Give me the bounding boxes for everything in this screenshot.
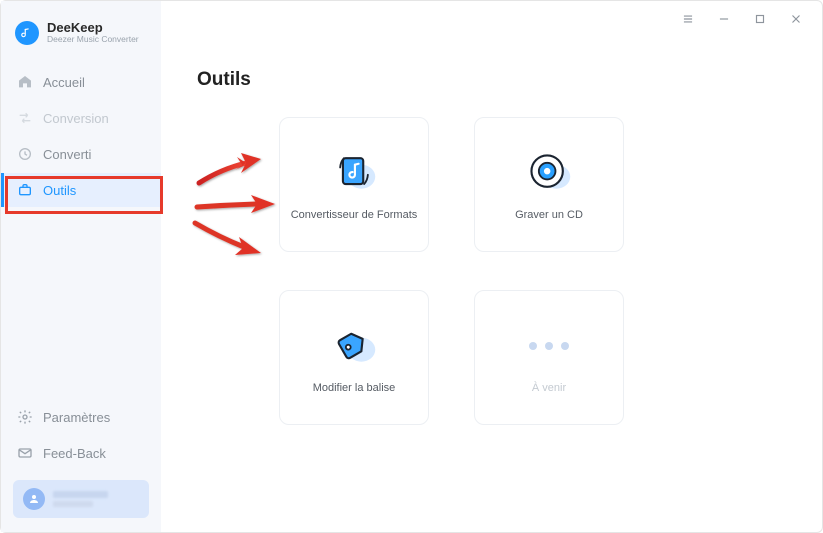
gear-icon — [17, 409, 33, 425]
tool-label: Graver un CD — [515, 209, 583, 221]
minimize-icon[interactable] — [716, 11, 732, 27]
home-icon — [17, 74, 33, 90]
convert-icon — [17, 110, 33, 126]
maximize-icon[interactable] — [752, 11, 768, 27]
account-chip[interactable] — [13, 480, 149, 518]
sidebar-item-label: Paramètres — [43, 410, 110, 425]
window-controls — [680, 11, 804, 27]
tool-label: Convertisseur de Formats — [291, 209, 418, 221]
page-title: Outils — [197, 69, 796, 91]
sidebar-item-conversion[interactable]: Conversion — [1, 101, 161, 135]
tag-icon — [330, 322, 378, 370]
clock-icon — [17, 146, 33, 162]
cd-icon — [525, 149, 573, 197]
tools-grid: Convertisseur de Formats Graver un CD — [279, 117, 796, 425]
converter-icon — [330, 149, 378, 197]
sidebar: DeeKeep Deezer Music Converter Accueil C… — [1, 1, 161, 532]
brand-subtitle: Deezer Music Converter — [47, 35, 139, 44]
main-area: Outils Convertisseur de Formats — [161, 1, 822, 532]
mail-icon — [17, 445, 33, 461]
sidebar-item-label: Outils — [43, 183, 76, 198]
tool-label: À venir — [532, 382, 566, 394]
tool-label: Modifier la balise — [313, 382, 396, 394]
sidebar-item-label: Conversion — [43, 111, 109, 126]
more-dots-icon — [525, 322, 573, 370]
toolbox-icon — [17, 182, 33, 198]
tool-card-converter[interactable]: Convertisseur de Formats — [279, 117, 429, 252]
brand-title: DeeKeep — [47, 21, 139, 35]
sidebar-item-label: Converti — [43, 147, 91, 162]
sidebar-item-outils[interactable]: Outils — [1, 173, 161, 207]
tool-card-coming-soon: À venir — [474, 290, 624, 425]
sidebar-item-accueil[interactable]: Accueil — [1, 65, 161, 99]
tool-card-edit-tag[interactable]: Modifier la balise — [279, 290, 429, 425]
brand-logo-icon — [15, 21, 39, 45]
sidebar-item-parametres[interactable]: Paramètres — [1, 400, 161, 434]
tool-card-burn-cd[interactable]: Graver un CD — [474, 117, 624, 252]
menu-icon[interactable] — [680, 11, 696, 27]
avatar-icon — [23, 488, 45, 510]
account-placeholder — [53, 491, 139, 507]
sidebar-item-converti[interactable]: Converti — [1, 137, 161, 171]
nav: Accueil Conversion Converti Outils — [1, 65, 161, 207]
close-icon[interactable] — [788, 11, 804, 27]
sidebar-item-label: Accueil — [43, 75, 85, 90]
sidebar-item-label: Feed-Back — [43, 446, 106, 461]
sidebar-item-feedback[interactable]: Feed-Back — [1, 436, 161, 470]
brand: DeeKeep Deezer Music Converter — [1, 15, 161, 65]
